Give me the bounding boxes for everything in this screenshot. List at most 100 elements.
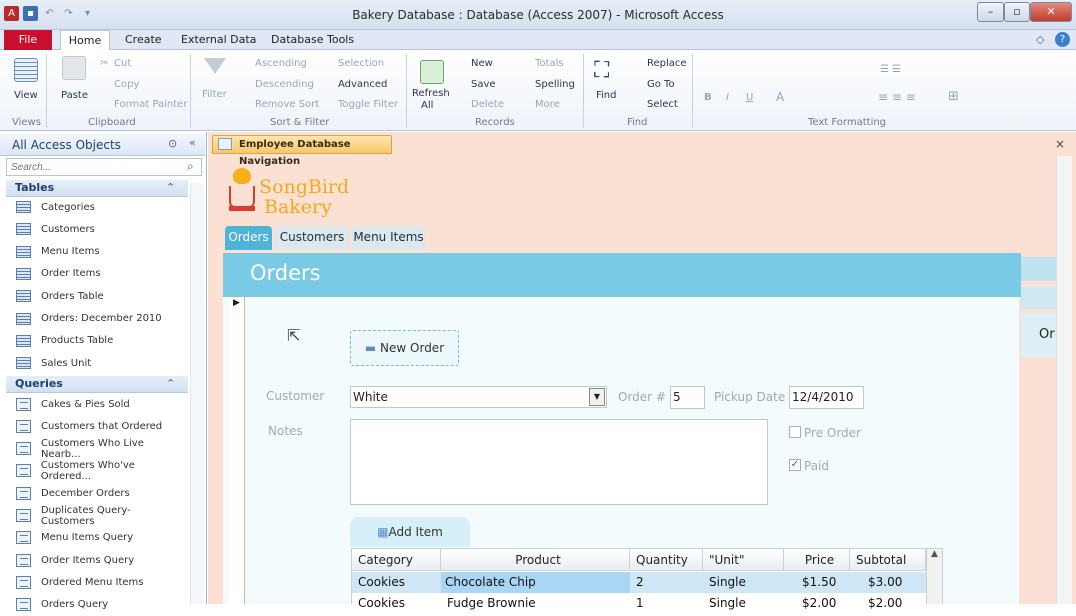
- totals-button[interactable]: Totals: [535, 58, 564, 69]
- font-color-icon[interactable]: A: [776, 90, 784, 104]
- gridlines-icon[interactable]: ⊞: [948, 89, 959, 104]
- find-binoculars-icon[interactable]: ⛶: [594, 58, 609, 83]
- selection-button[interactable]: Selection: [338, 58, 384, 69]
- dropdown-arrow-icon[interactable]: ▼: [589, 388, 605, 406]
- format-painter-button[interactable]: Format Painter: [114, 99, 187, 110]
- maximize-button[interactable]: ▫: [1004, 2, 1030, 22]
- nav-query-item[interactable]: Orders Query: [16, 594, 186, 616]
- close-button[interactable]: ✕: [1030, 2, 1072, 22]
- nav-table-item[interactable]: Customers: [16, 218, 186, 240]
- table-cell[interactable]: 2: [636, 572, 644, 593]
- grid-column-header[interactable]: Subtotal: [850, 549, 926, 571]
- tab-file[interactable]: File: [4, 30, 52, 50]
- paste-icon[interactable]: [62, 56, 86, 80]
- collapse-icon[interactable]: ⌃: [166, 376, 175, 392]
- ribbon-minimize-icon[interactable]: ◇: [1036, 33, 1044, 46]
- nav-table-item[interactable]: Orders: December 2010: [16, 308, 186, 330]
- tab-create[interactable]: Create: [125, 33, 162, 46]
- tab-database-tools[interactable]: Database Tools: [271, 33, 354, 46]
- search-icon[interactable]: ⌕: [187, 159, 194, 174]
- ascending-button[interactable]: Ascending: [255, 58, 307, 69]
- grid-column-header[interactable]: "Unit": [703, 549, 784, 571]
- table-cell[interactable]: Cookies: [358, 572, 405, 593]
- tab-customers[interactable]: Customers: [275, 226, 349, 250]
- help-icon[interactable]: ?: [1055, 32, 1070, 47]
- pre-order-checkbox[interactable]: [789, 426, 801, 438]
- table-cell[interactable]: Single: [709, 572, 746, 593]
- delete-record-button[interactable]: Delete: [471, 99, 504, 110]
- paste-button[interactable]: Paste: [61, 90, 88, 101]
- nav-collapse-icon[interactable]: «: [189, 136, 196, 149]
- tab-home[interactable]: Home: [60, 30, 110, 51]
- nav-query-item[interactable]: Customers that Ordered: [16, 415, 186, 437]
- goto-button[interactable]: Go To: [647, 79, 675, 90]
- minimize-button[interactable]: –: [977, 2, 1004, 22]
- cut-icon[interactable]: ✂: [100, 58, 108, 69]
- nav-query-item[interactable]: Cakes & Pies Sold: [16, 393, 186, 415]
- nav-query-item[interactable]: December Orders: [16, 482, 186, 504]
- nav-table-item[interactable]: Products Table: [16, 330, 186, 352]
- bold-icon[interactable]: B: [704, 92, 712, 103]
- grid-column-header[interactable]: Price: [784, 549, 850, 571]
- document-tab[interactable]: Employee Database Navigation: [212, 135, 392, 167]
- save-record-button[interactable]: Save: [471, 79, 496, 90]
- grid-column-header[interactable]: Quantity: [630, 549, 703, 571]
- descending-button[interactable]: Descending: [255, 79, 314, 90]
- add-item-button[interactable]: ▦Add Item: [350, 517, 470, 547]
- grid-column-header[interactable]: Product: [441, 549, 630, 571]
- nav-query-item[interactable]: Order Items Query: [16, 549, 186, 571]
- list-icons[interactable]: ☰ ☰: [880, 64, 901, 75]
- filter-button[interactable]: Filter: [202, 89, 227, 100]
- pickup-date-field[interactable]: 12/4/2010: [789, 386, 864, 409]
- more-button[interactable]: More: [535, 99, 560, 110]
- nav-query-item[interactable]: Ordered Menu Items: [16, 571, 186, 593]
- new-record-button[interactable]: New: [471, 58, 493, 69]
- italic-icon[interactable]: I: [726, 92, 729, 103]
- align-icons[interactable]: ≡ ≡ ≡: [878, 90, 916, 104]
- nav-query-item[interactable]: Customers Who Live Nearb...: [16, 438, 186, 460]
- cut-button[interactable]: Cut: [114, 58, 131, 69]
- nav-table-item[interactable]: Sales Unit: [16, 352, 186, 374]
- nav-category-queries[interactable]: Queries ⌃: [6, 376, 188, 393]
- toggle-filter-button[interactable]: Toggle Filter: [338, 99, 398, 110]
- vertical-scrollbar[interactable]: [1056, 156, 1072, 604]
- nav-header[interactable]: All Access Objects ⊙ «: [0, 134, 205, 156]
- customer-combo[interactable]: White ▼: [350, 386, 607, 408]
- new-order-button[interactable]: ▬ New Order: [350, 330, 459, 366]
- spelling-button[interactable]: Spelling: [535, 79, 575, 90]
- grid-scrollbar[interactable]: ▲: [926, 549, 942, 604]
- grid-column-header[interactable]: Category: [352, 549, 441, 571]
- nav-query-item[interactable]: Customers Who've Ordered...: [16, 460, 186, 482]
- nav-search-input[interactable]: [6, 158, 202, 176]
- refresh-button[interactable]: Refresh: [412, 88, 450, 99]
- advanced-button[interactable]: Advanced: [338, 79, 387, 90]
- collapse-icon[interactable]: ⌃: [166, 180, 175, 196]
- nav-category-tables[interactable]: Tables ⌃: [6, 180, 188, 197]
- close-document-icon[interactable]: ×: [1055, 137, 1065, 151]
- tab-menu-items[interactable]: Menu Items: [352, 226, 425, 250]
- filter-icon[interactable]: [204, 58, 226, 74]
- nav-table-item[interactable]: Categories: [16, 196, 186, 218]
- nav-table-item[interactable]: Order Items: [16, 263, 186, 285]
- underline-icon[interactable]: U: [746, 92, 753, 103]
- find-button[interactable]: Find: [596, 90, 617, 101]
- tab-external-data[interactable]: External Data: [181, 33, 256, 46]
- copy-button[interactable]: Copy: [114, 79, 139, 90]
- select-button[interactable]: Select: [647, 99, 678, 110]
- nav-table-item[interactable]: Menu Items: [16, 241, 186, 263]
- refresh-icon[interactable]: [420, 60, 444, 84]
- record-selector[interactable]: [229, 297, 245, 604]
- view-button[interactable]: View: [14, 90, 38, 101]
- remove-sort-button[interactable]: Remove Sort: [255, 99, 319, 110]
- order-number-field[interactable]: 5: [670, 386, 705, 409]
- tab-orders[interactable]: Orders: [225, 226, 272, 250]
- notes-textarea[interactable]: [350, 419, 768, 505]
- nav-table-item[interactable]: Orders Table: [16, 285, 186, 307]
- table-cell[interactable]: Chocolate Chip: [441, 572, 630, 593]
- replace-button[interactable]: Replace: [647, 58, 687, 69]
- paid-checkbox[interactable]: ✓: [789, 459, 801, 471]
- table-cell[interactable]: $1.50: [802, 572, 836, 593]
- nav-query-item[interactable]: Duplicates Query- Customers: [16, 505, 186, 527]
- nav-scrollbar[interactable]: [190, 183, 204, 604]
- table-cell[interactable]: $3.00: [868, 572, 902, 593]
